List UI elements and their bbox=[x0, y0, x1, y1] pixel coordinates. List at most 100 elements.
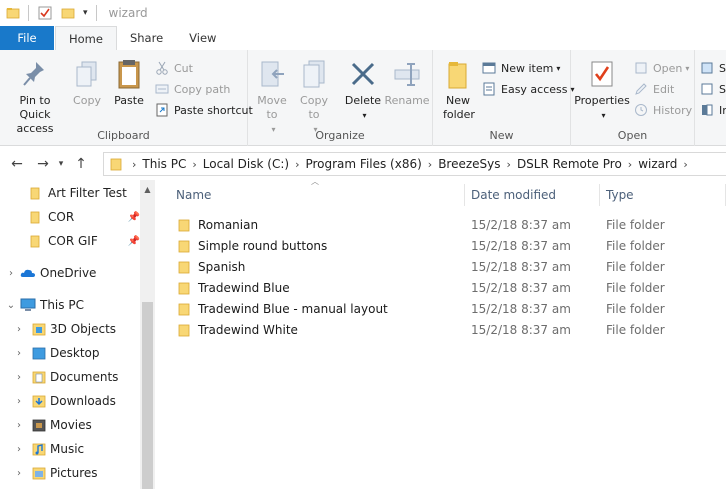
file-date: 15/2/18 8:37 am bbox=[471, 301, 571, 316]
folder-icon bbox=[178, 218, 190, 232]
file-type: File folder bbox=[606, 301, 665, 316]
tab-share[interactable]: Share bbox=[117, 26, 176, 50]
table-row[interactable]: Tradewind Blue 15/2/18 8:37 am File fold… bbox=[156, 277, 726, 298]
select-none-button[interactable]: S bbox=[699, 79, 726, 99]
nav-item-documents[interactable]: › Documents bbox=[12, 366, 118, 388]
new-item-button[interactable]: New item ▾ bbox=[481, 58, 560, 78]
breadcrumb-dslr-remote-pro[interactable]: DSLR Remote Pro bbox=[517, 157, 622, 171]
nav-item-onedrive[interactable]: › OneDrive bbox=[4, 262, 96, 284]
chevron-right-icon[interactable]: › bbox=[12, 324, 26, 335]
rename-button[interactable]: Rename bbox=[384, 56, 430, 108]
title-bar: ▾ wizard bbox=[0, 0, 726, 26]
address-bar[interactable]: › This PC › Local Disk (C:) › Program Fi… bbox=[103, 152, 726, 176]
table-row[interactable]: Tradewind White 15/2/18 8:37 am File fol… bbox=[156, 319, 726, 340]
open-button[interactable]: Open ▾ bbox=[633, 58, 689, 78]
pictures-icon bbox=[32, 466, 46, 480]
nav-item-this-pc[interactable]: ⌄ This PC bbox=[4, 294, 84, 316]
breadcrumb-local-disk[interactable]: Local Disk (C:) bbox=[203, 157, 289, 171]
nav-pane-scrollbar[interactable]: ▲ bbox=[140, 180, 155, 489]
new-item-icon bbox=[481, 60, 497, 76]
copy-icon bbox=[74, 56, 100, 92]
pin-icon[interactable]: 📌 bbox=[128, 212, 140, 223]
nav-item-desktop[interactable]: › Desktop bbox=[12, 342, 100, 364]
chevron-right-icon[interactable]: › bbox=[12, 444, 26, 455]
quick-access-item-cor[interactable]: COR 📌 bbox=[30, 206, 140, 228]
scroll-up-arrow-icon[interactable]: ▲ bbox=[140, 182, 155, 196]
organize-group: Move to ▾ Copy to ▾ Delete ▾ Rename Organiz… bbox=[248, 50, 433, 146]
recent-locations-chevron-icon[interactable]: ▾ bbox=[54, 153, 68, 175]
edit-button[interactable]: Edit bbox=[633, 79, 674, 99]
chevron-right-icon[interactable]: › bbox=[428, 158, 432, 171]
properties-qa-icon[interactable] bbox=[37, 3, 53, 23]
tab-view[interactable]: View bbox=[176, 26, 229, 50]
paste-shortcut-icon bbox=[154, 102, 170, 118]
back-arrow-icon[interactable]: ← bbox=[6, 153, 28, 175]
chevron-right-icon[interactable]: › bbox=[295, 158, 299, 171]
nav-item-3d-objects[interactable]: › 3D Objects bbox=[12, 318, 116, 340]
up-arrow-icon[interactable]: ↑ bbox=[70, 153, 92, 175]
pin-icon[interactable]: 📌 bbox=[128, 236, 140, 247]
column-divider[interactable] bbox=[599, 184, 600, 206]
pin-to-quick-access-button[interactable]: Pin to Quick access bbox=[4, 56, 66, 136]
tab-file[interactable]: File bbox=[0, 26, 54, 50]
chevron-right-icon[interactable]: › bbox=[132, 158, 136, 171]
select-all-button[interactable]: S bbox=[699, 58, 726, 78]
table-row[interactable]: Spanish 15/2/18 8:37 am File folder bbox=[156, 256, 726, 277]
quick-access-item-cor-gif[interactable]: COR GIF 📌 bbox=[30, 230, 140, 252]
chevron-right-icon[interactable]: › bbox=[12, 420, 26, 431]
toolbar-divider bbox=[28, 5, 29, 21]
history-clock-icon bbox=[633, 102, 649, 118]
easy-access-button[interactable]: Easy access ▾ bbox=[481, 79, 575, 99]
properties-button[interactable]: Properties ▾ bbox=[574, 56, 630, 123]
breadcrumb-this-pc[interactable]: This PC bbox=[142, 157, 186, 171]
chevron-right-icon[interactable]: › bbox=[12, 468, 26, 479]
chevron-right-icon[interactable]: › bbox=[683, 158, 687, 171]
history-button[interactable]: History bbox=[633, 100, 692, 120]
chevron-right-icon[interactable]: › bbox=[4, 268, 18, 279]
column-divider[interactable] bbox=[464, 184, 465, 206]
tab-home[interactable]: Home bbox=[55, 26, 117, 50]
breadcrumb-breezesys[interactable]: BreezeSys bbox=[438, 157, 500, 171]
movies-icon bbox=[32, 418, 46, 432]
chevron-right-icon[interactable]: › bbox=[192, 158, 196, 171]
column-header-name[interactable]: Name bbox=[176, 184, 211, 206]
chevron-down-icon[interactable]: ⌄ bbox=[4, 300, 18, 311]
desktop-icon bbox=[32, 346, 46, 360]
file-type: File folder bbox=[606, 259, 665, 274]
nav-item-pictures[interactable]: › Pictures bbox=[12, 462, 98, 484]
chevron-right-icon[interactable]: › bbox=[628, 158, 632, 171]
column-header-date-modified[interactable]: Date modified bbox=[471, 184, 556, 206]
nav-item-downloads[interactable]: › Downloads bbox=[12, 390, 116, 412]
breadcrumb-wizard[interactable]: wizard bbox=[638, 157, 677, 171]
column-header-type[interactable]: Type bbox=[606, 184, 634, 206]
customize-qa-dropdown-icon[interactable]: ▾ bbox=[83, 3, 88, 23]
copy-path-button[interactable]: Copy path bbox=[154, 79, 230, 99]
delete-button[interactable]: Delete ▾ bbox=[344, 56, 382, 123]
nav-item-movies[interactable]: › Movies bbox=[12, 414, 92, 436]
copy-button[interactable]: Copy bbox=[68, 56, 106, 108]
chevron-right-icon[interactable]: › bbox=[12, 372, 26, 383]
scissors-icon bbox=[154, 60, 170, 76]
paste-shortcut-button[interactable]: Paste shortcut bbox=[154, 100, 253, 120]
nav-item-label: COR GIF bbox=[48, 234, 98, 248]
paste-button[interactable]: Paste bbox=[110, 56, 148, 108]
invert-selection-button[interactable]: In bbox=[699, 100, 726, 120]
ribbon-tabs: File Home Share View bbox=[0, 26, 726, 50]
forward-arrow-icon[interactable]: → bbox=[32, 153, 54, 175]
chevron-right-icon[interactable]: › bbox=[507, 158, 511, 171]
move-to-button[interactable]: Move to ▾ bbox=[254, 56, 290, 137]
breadcrumb-program-files[interactable]: Program Files (x86) bbox=[305, 157, 421, 171]
copy-to-button[interactable]: Copy to ▾ bbox=[296, 56, 332, 137]
new-folder-qa-icon[interactable] bbox=[61, 3, 75, 23]
table-row[interactable]: Simple round buttons 15/2/18 8:37 am Fil… bbox=[156, 235, 726, 256]
scrollbar-thumb[interactable] bbox=[142, 302, 153, 489]
table-row[interactable]: Romanian 15/2/18 8:37 am File folder bbox=[156, 214, 726, 235]
nav-item-music[interactable]: › Music bbox=[12, 438, 84, 460]
new-folder-button[interactable]: New folder bbox=[439, 56, 477, 122]
delete-label: Delete ▾ bbox=[344, 94, 382, 120]
chevron-right-icon[interactable]: › bbox=[12, 348, 26, 359]
chevron-right-icon[interactable]: › bbox=[12, 396, 26, 407]
cut-button[interactable]: Cut bbox=[154, 58, 193, 78]
quick-access-item-art-filter-test[interactable]: Art Filter Test 📌 bbox=[30, 182, 154, 204]
table-row[interactable]: Tradewind Blue - manual layout 15/2/18 8… bbox=[156, 298, 726, 319]
